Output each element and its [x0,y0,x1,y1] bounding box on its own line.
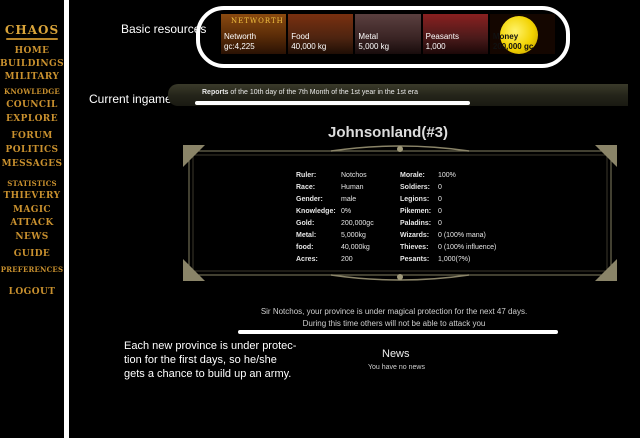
nav-council[interactable]: COUNCIL [0,100,64,111]
nav-guide[interactable]: GUIDE [0,249,64,260]
stat-value: 0 [438,208,442,215]
annotation-line: tion for the first days, so he/she [124,354,277,366]
nav-politics[interactable]: POLITICS [0,145,64,156]
nav-magic[interactable]: MAGIC [0,205,64,216]
right-stat-values: 100% 0 0 0 0 0 (100% mana) 0 (100% influ… [438,170,496,266]
stat-label: food: [296,244,314,251]
news-heading: News [382,348,410,360]
protection-highlight-underline [238,330,558,334]
date-text: of the 10th day of the 7th Month of the … [228,89,418,96]
stat-value: 100% [438,172,456,179]
annotation-line: gets a chance to build up an army. [124,368,292,380]
stat-value: 200 [341,256,353,263]
stat-label: Paladins: [400,220,432,227]
protection-line-2: During this time others will not be able… [302,319,486,328]
resource-food: Food 40,000 kg [288,14,354,54]
stat-label: Knowledge: [296,208,336,215]
stat-label: Soldiers: [400,184,430,191]
resource-value: gc:4,225 [224,42,255,51]
stat-label: Acres: [296,256,318,263]
stat-value: 0% [341,208,352,215]
date-prefix: Reports [202,89,229,96]
resource-metal: Metal 5,000 kg [355,14,421,54]
nav-news[interactable]: NEWS [0,232,64,243]
resource-label: Networth [224,32,257,41]
resource-bar: NETWORTH Networth gc:4,225 Food 40,000 k… [221,14,556,54]
left-stat-values: Notchos Human male 0% 200,000gc 5,000kg … [341,170,374,266]
resource-label: Food [291,32,310,41]
resource-money: Money 200,000 gc [489,14,556,54]
stat-label: Wizards: [400,232,430,239]
nav-knowledge[interactable]: KNOWLEDGE [0,86,64,97]
stat-value: 40,000kg [341,244,370,251]
nav-statistics[interactable]: STATISTICS [0,178,64,189]
stat-value: 0 [438,220,442,227]
resource-value: 200,000 gc [492,42,534,51]
resource-networth: NETWORTH Networth gc:4,225 [221,14,287,54]
stat-value: 5,000kg [341,232,366,239]
nav-attack[interactable]: ATTACK [0,218,64,229]
resource-value: 5,000 kg [358,42,390,51]
province-title: Johnsonland(#3) [328,124,449,141]
sidebar-divider [64,0,69,438]
protection-notice: Sir Notchos, your province is under magi… [232,306,556,330]
nav-preferences[interactable]: PREFERENCES [0,264,64,275]
current-date: Reports of the 10th day of the 7th Month… [202,89,418,96]
nav-buildings[interactable]: BUILDINGS [0,59,64,70]
stat-label: Pikemen: [400,208,432,215]
resource-value: 40,000 kg [291,42,327,51]
networth-banner: NETWORTH [231,17,284,25]
resource-value: 1,000 [425,42,446,51]
stat-label: Legions: [400,196,430,203]
logo-underline [6,38,58,40]
stat-label: Thieves: [400,244,429,251]
left-stat-labels: Ruler: Race: Gender: Knowledge: Gold: Me… [296,170,336,266]
stat-label: Race: [296,184,316,191]
stat-value: 0 [438,184,442,191]
new-province-annotation: Each new province is under protec- tion … [124,339,296,381]
stat-value: male [341,196,357,203]
annotation-line: Each new province is under protec- [124,340,297,352]
date-highlight-underline [195,101,470,105]
stat-label: Gender: [296,196,323,203]
sidebar: CHAOS HOME BUILDINGS MILITARY KNOWLEDGE … [0,0,64,438]
stat-value: Notchos [341,172,367,179]
resource-label: Money [492,32,519,41]
stat-label: Metal: [296,232,317,239]
resource-label: Peasants [425,32,459,41]
nav-military[interactable]: MILITARY [0,72,64,83]
protection-line-1: Sir Notchos, your province is under magi… [260,307,528,316]
stat-value: 200,000gc [341,220,374,227]
stat-value: 0 [438,196,442,203]
nav-home[interactable]: HOME [0,46,64,57]
stat-label: Morale: [400,172,425,179]
stat-value: Human [341,184,364,191]
nav-logout[interactable]: LOGOUT [0,287,64,298]
resource-label: Metal [358,32,378,41]
stat-value: 0 (100% mana) [438,232,486,239]
game-logo[interactable]: CHAOS [0,23,64,37]
stat-label: Gold: [296,220,315,227]
province-stats-panel: Ruler: Race: Gender: Knowledge: Gold: Me… [181,143,619,283]
nav-explore[interactable]: EXPLORE [0,114,64,125]
nav-forum[interactable]: FORUM [0,131,64,142]
nav-messages[interactable]: MESSAGES [0,159,64,170]
resource-peasants: Peasants 1,000 [422,14,488,54]
nav-thievery[interactable]: THIEVERY [0,191,64,202]
stat-label: Pesants: [400,256,430,263]
stat-value: 0 (100% influence) [438,244,497,251]
news-empty-message: You have no news [368,364,425,371]
right-stat-labels: Morale: Soldiers: Legions: Pikemen: Pala… [400,170,431,266]
stat-value: 1,000(?%) [438,256,471,263]
stat-label: Ruler: [296,172,317,179]
basic-resources-annotation: Basic resources [121,22,207,36]
